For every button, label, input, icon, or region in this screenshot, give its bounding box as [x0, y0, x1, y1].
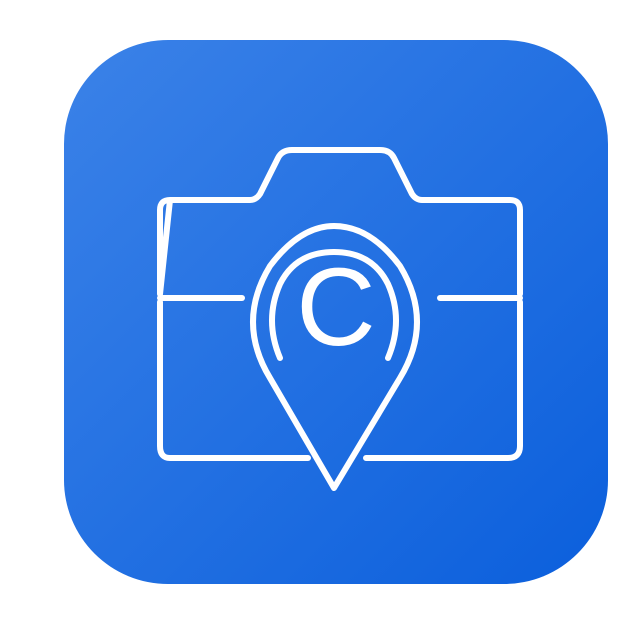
pin-letter: C	[296, 246, 375, 369]
icon-canvas: C	[0, 0, 640, 640]
app-icon[interactable]: C	[64, 40, 608, 584]
camera-location-glyph: C	[157, 147, 523, 491]
